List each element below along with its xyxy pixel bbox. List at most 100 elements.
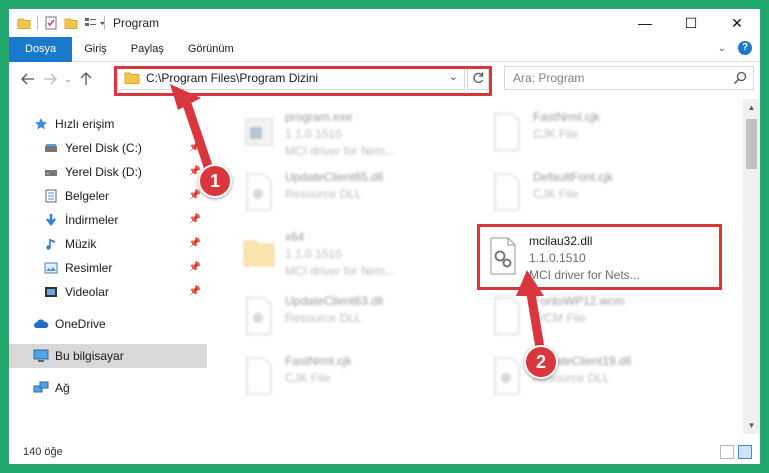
pictures-icon: [43, 260, 59, 276]
nav-label: İndirmeler: [65, 213, 119, 227]
pin-icon[interactable]: 📌: [189, 262, 201, 273]
file-item[interactable]: program.exe 1.1.0.1510 MCI driver for Ne…: [239, 107, 469, 165]
step-2-badge: 2: [524, 345, 558, 379]
scroll-down-icon[interactable]: ▼: [743, 417, 760, 434]
expand-ribbon-icon[interactable]: ⌄: [718, 43, 726, 54]
back-button[interactable]: [17, 67, 39, 91]
forward-arrow-icon: [44, 73, 57, 85]
file-item[interactable]: UpdateClient65.dll Resource DLL: [239, 167, 469, 225]
file-item[interactable]: FastNrml.cjk CJK File: [239, 351, 469, 409]
ribbon-right-controls: ⌄ ?: [718, 41, 752, 55]
ribbon-tabs: Dosya Giriş Paylaş Görünüm ⌄ ?: [9, 36, 760, 62]
close-button[interactable]: ✕: [714, 9, 760, 37]
back-arrow-icon: [21, 73, 34, 85]
properties-icon[interactable]: [44, 16, 58, 30]
file-name: UpdateClient63.dll: [285, 294, 384, 308]
file-type: CJK File: [533, 187, 579, 201]
nav-this-pc[interactable]: Bu bilgisayar: [9, 344, 207, 368]
explorer-window: Program — ☐ ✕ Dosya Giriş Paylaş Görünüm…: [8, 8, 761, 465]
file-item[interactable]: FastNrml.cjk CJK File: [487, 107, 717, 165]
scroll-up-icon[interactable]: ▲: [743, 99, 760, 116]
folder-icon[interactable]: [17, 16, 31, 30]
minimize-button[interactable]: —: [622, 9, 668, 37]
new-folder-icon[interactable]: [64, 16, 78, 30]
file-item[interactable]: DefaultFont.cjk CJK File: [487, 167, 717, 225]
nav-music[interactable]: Müzik 📌: [9, 232, 207, 256]
up-button[interactable]: [75, 67, 97, 91]
file-item[interactable]: FontoWP12.wcm WCM File: [487, 291, 717, 349]
nav-documents[interactable]: Belgeler 📌: [9, 184, 207, 208]
videos-icon: [43, 284, 59, 300]
file-description: MCI driver for Nets...: [285, 144, 396, 158]
drive-icon: [43, 164, 59, 180]
large-icons-view-icon[interactable]: [738, 445, 752, 459]
dll-icon: [239, 167, 279, 217]
music-icon: [43, 236, 59, 252]
pin-icon[interactable]: 📌: [189, 142, 201, 153]
file-type: CJK File: [533, 127, 579, 141]
nav-videos[interactable]: Videolar 📌: [9, 280, 207, 304]
help-icon[interactable]: ?: [738, 41, 752, 55]
file-name: FontoWP12.wcm: [533, 294, 625, 308]
download-icon: [43, 212, 59, 228]
details-view-icon[interactable]: [720, 445, 734, 459]
maximize-button[interactable]: ☐: [668, 9, 714, 37]
view-toggle: [720, 445, 752, 459]
file-icon: [487, 291, 527, 341]
scroll-thumb[interactable]: [746, 119, 757, 169]
nav-label: Yerel Disk (C:): [65, 141, 142, 155]
recent-locations-button[interactable]: ⌄: [61, 67, 75, 91]
search-icon[interactable]: [733, 71, 747, 85]
tab-home[interactable]: Giriş: [72, 37, 119, 62]
file-version: 1.1.0.1510: [285, 247, 342, 261]
network-icon: [33, 380, 49, 396]
customize-toolbar-icon[interactable]: [84, 16, 105, 30]
file-item[interactable]: UpdateClient19.dll Resource DLL: [487, 351, 717, 409]
nav-local-disk-c[interactable]: Yerel Disk (C:) 📌: [9, 136, 207, 160]
status-bar: 140 öğe: [9, 440, 760, 464]
nav-local-disk-d[interactable]: Yerel Disk (D:) 📌: [9, 160, 207, 184]
nav-label: Müzik: [65, 237, 97, 251]
pin-icon[interactable]: 📌: [189, 214, 201, 225]
computer-icon: [33, 348, 49, 364]
toolbar-divider: [104, 16, 105, 30]
file-description: MCI driver for Nets...: [285, 264, 396, 278]
forward-button[interactable]: [39, 67, 61, 91]
file-item[interactable]: x64 1.1.0.1510 MCI driver for Nets...: [239, 227, 469, 285]
file-name: DefaultFont.cjk: [533, 170, 614, 184]
file-item[interactable]: UpdateClient63.dll Resource DLL: [239, 291, 469, 349]
file-icon: [239, 351, 279, 401]
file-type: Resource DLL: [285, 187, 362, 201]
nav-label: Bu bilgisayar: [55, 349, 124, 363]
nav-downloads[interactable]: İndirmeler 📌: [9, 208, 207, 232]
onedrive-icon: [33, 316, 49, 332]
step-1-badge: 1: [198, 164, 232, 198]
nav-label: OneDrive: [55, 317, 106, 331]
search-placeholder: Ara: Program: [513, 71, 585, 85]
nav-quick-access[interactable]: Hızlı erişim: [9, 112, 207, 136]
window-title: Program: [113, 16, 160, 30]
file-version: 1.1.0.1510: [285, 127, 342, 141]
file-highlight-box: [477, 224, 722, 290]
nav-label: Hızlı erişim: [55, 117, 115, 131]
search-input[interactable]: Ara: Program: [504, 66, 754, 90]
vertical-scrollbar[interactable]: ▲ ▼: [743, 99, 760, 434]
nav-label: Videolar: [65, 285, 109, 299]
nav-onedrive[interactable]: OneDrive: [9, 312, 207, 336]
file-type: Resource DLL: [285, 311, 362, 325]
tab-file[interactable]: Dosya: [9, 36, 73, 62]
dll-icon: [239, 291, 279, 341]
nav-network[interactable]: Ağ: [9, 376, 207, 400]
tab-view[interactable]: Görünüm: [176, 37, 246, 62]
pin-icon[interactable]: 📌: [189, 286, 201, 297]
file-type: WCM File: [533, 311, 586, 325]
address-highlight-box: [114, 66, 492, 96]
tab-share[interactable]: Paylaş: [119, 37, 176, 62]
folder-icon: [239, 227, 279, 277]
nav-pictures[interactable]: Resimler 📌: [9, 256, 207, 280]
nav-label: Yerel Disk (D:): [65, 165, 142, 179]
pin-icon[interactable]: 📌: [189, 190, 201, 201]
pin-icon[interactable]: 📌: [189, 238, 201, 249]
exe-icon: [239, 107, 279, 157]
toolbar-divider: [37, 16, 38, 30]
